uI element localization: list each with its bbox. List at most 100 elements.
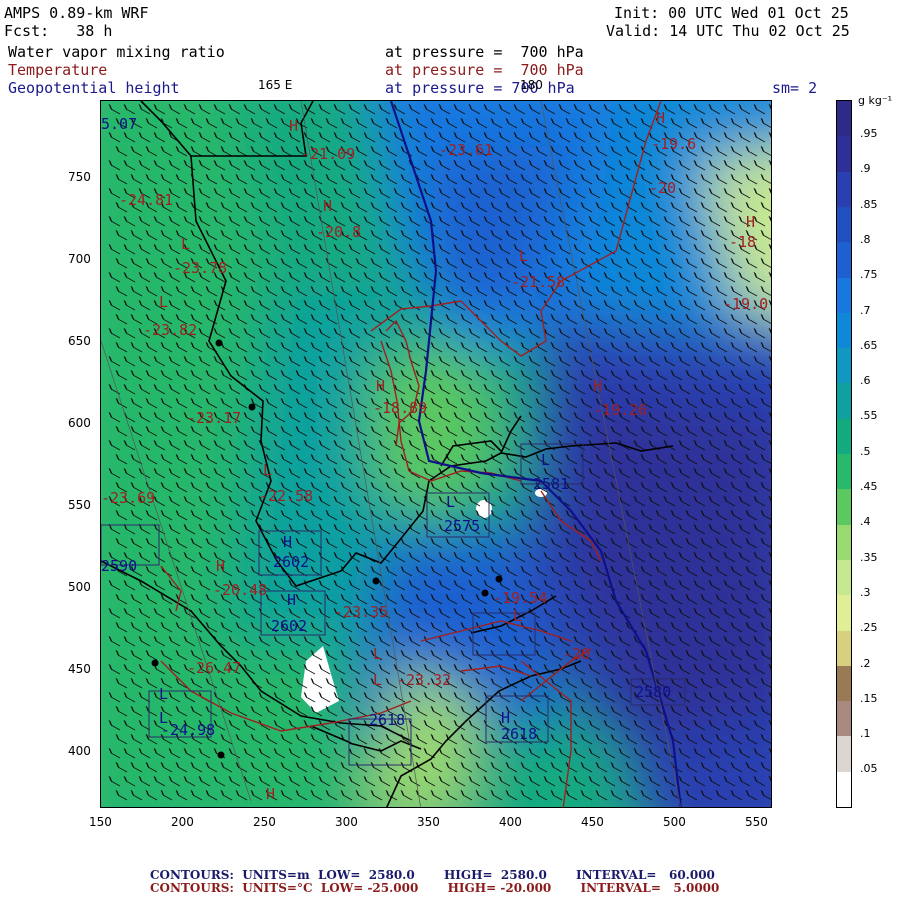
field-3-label: Geopotential height [8, 79, 180, 97]
colorbar-segment [837, 489, 851, 526]
high-marker: H [266, 785, 275, 803]
contour-value-label: -23.78 [173, 259, 227, 277]
contour-value-label: -19.6 [651, 135, 696, 153]
colorbar-tick-label: .25 [860, 621, 878, 635]
y-tick-label: 400 [68, 744, 91, 758]
contour-value-label: -23.17 [187, 409, 241, 427]
contour-value-label: -21.58 [511, 273, 565, 291]
level-3-label: at pressure = 700 hPa [385, 79, 575, 97]
valid-time: Valid: 14 UTC Thu 02 Oct 25 [606, 22, 850, 40]
colorbar-tick-label: .6 [860, 374, 871, 388]
y-tick-label: 550 [68, 498, 91, 512]
colorbar-tick-label: .95 [860, 127, 878, 140]
contour-value-label: -18 [729, 233, 756, 251]
low-marker: L [513, 607, 522, 625]
high-marker: H [287, 591, 296, 609]
contour-value-label: 2618 [501, 725, 537, 743]
colorbar-tick-label: .15 [860, 691, 878, 705]
colorbar-tick-label: .9 [860, 162, 871, 176]
x-tick-label: 550 [745, 815, 768, 829]
high-marker: H [656, 109, 665, 127]
colorbar-segment [837, 454, 851, 490]
x-tick-label: 200 [171, 815, 194, 829]
high-marker: H [376, 377, 385, 395]
colorbar-segment [837, 665, 851, 702]
high-marker: H [323, 197, 332, 215]
contour-value-label: -24.81 [119, 191, 173, 209]
colorbar-segment [837, 206, 851, 243]
colorbar-tick-label: .3 [860, 585, 871, 599]
colorbar-tick-label: .5 [860, 444, 871, 458]
contour-value-label: -21.09 [301, 145, 355, 163]
high-marker: H [593, 377, 602, 395]
colorbar-segment [837, 771, 851, 808]
colorbar-segment [837, 630, 851, 667]
y-tick-label: 750 [68, 170, 91, 184]
colorbar-segment [837, 348, 851, 384]
low-marker: L [541, 451, 550, 469]
low-marker: L [373, 645, 382, 663]
colorbar-segment [837, 171, 851, 208]
contour-value-label: -20.48 [213, 581, 267, 599]
x-tick-label: 300 [335, 815, 358, 829]
contour-value-label: -18.89 [373, 399, 427, 417]
contour-value-label: -19.0 [723, 295, 768, 313]
colorbar-tick-label: .45 [860, 480, 878, 493]
map-plot: 5.07 H -21.09 -23.61 H -19.6 -20 -24.81 H -20.8 H -… [100, 100, 772, 808]
colorbar-tick-label: .7 [860, 303, 871, 317]
contour-value-label: 2602 [273, 553, 309, 571]
contour-value-label: 2581 [533, 475, 569, 493]
field-2-label: Temperature [8, 61, 108, 79]
x-tick-label: 250 [253, 815, 276, 829]
y-tick-label: 600 [68, 416, 91, 430]
colorbar-segment [837, 524, 851, 561]
colorbar-tick-label: .55 [860, 409, 878, 423]
low-marker: L [263, 461, 272, 479]
high-marker: H [283, 533, 292, 551]
colorbar-segment [837, 101, 851, 137]
high-marker: H [746, 213, 755, 231]
y-tick-label: 700 [68, 252, 91, 266]
colorbar [836, 100, 852, 808]
contour-value-label: -23.32 [397, 671, 451, 689]
colorbar-segment [837, 383, 851, 420]
contour-value-label: -22.58 [259, 487, 313, 505]
contour-value-label: 2580 [635, 683, 671, 701]
colorbar-segment [837, 595, 851, 631]
init-time: Init: 00 UTC Wed 01 Oct 25 [614, 4, 849, 22]
low-marker: L [159, 685, 168, 703]
forecast-hour: Fcst: 38 h [4, 22, 113, 40]
level-2-label: at pressure = 700 hPa [385, 61, 584, 79]
x-tick-label: 350 [417, 815, 440, 829]
contour-value-label: -23.61 [439, 141, 493, 159]
colorbar-segment [837, 242, 851, 278]
colorbar-segment [837, 418, 851, 455]
colorbar-unit: g kg⁻¹ [858, 94, 893, 107]
high-marker: H [289, 117, 298, 135]
x-tick-label: 150 [89, 815, 112, 829]
colorbar-tick-label: .65 [860, 338, 878, 352]
contour-value-label: -23.82 [143, 321, 197, 339]
low-marker: L [373, 671, 382, 689]
contour-value-label: 5.07 [101, 115, 137, 133]
high-marker: H [216, 557, 225, 575]
map-canvas: 5.07 H-21.09 -23.61H-19.6-20-24.81 H-20.8H-… [101, 101, 771, 807]
smoothing-label: sm= 2 [772, 79, 818, 97]
contour-value-label: -19.26 [593, 401, 647, 419]
footer-temperature-contours: CONTOURS: UNITS=°C LOW= -25.000 HIGH= -2… [150, 881, 720, 895]
colorbar-segment [837, 136, 851, 173]
colorbar-segment [837, 312, 851, 349]
footer-height-contours: CONTOURS: UNITS=m LOW= 2580.0 HIGH= 2580… [150, 868, 715, 882]
colorbar-tick-label: .1 [860, 727, 871, 741]
level-1-label: at pressure = 700 hPa [385, 43, 584, 61]
colorbar-tick-label: .75 [860, 268, 878, 282]
contour-value-label: 2575 [444, 517, 480, 535]
low-marker: L [159, 293, 168, 311]
low-marker: L [446, 493, 455, 511]
x-tick-label: 500 [663, 815, 686, 829]
contour-value-label: -23.35 [334, 603, 388, 621]
colorbar-segment [837, 736, 851, 773]
contour-value-label: 2602 [271, 617, 307, 635]
contour-value-label: -23.69 [101, 489, 155, 507]
contour-value-label: 2590 [101, 557, 137, 575]
